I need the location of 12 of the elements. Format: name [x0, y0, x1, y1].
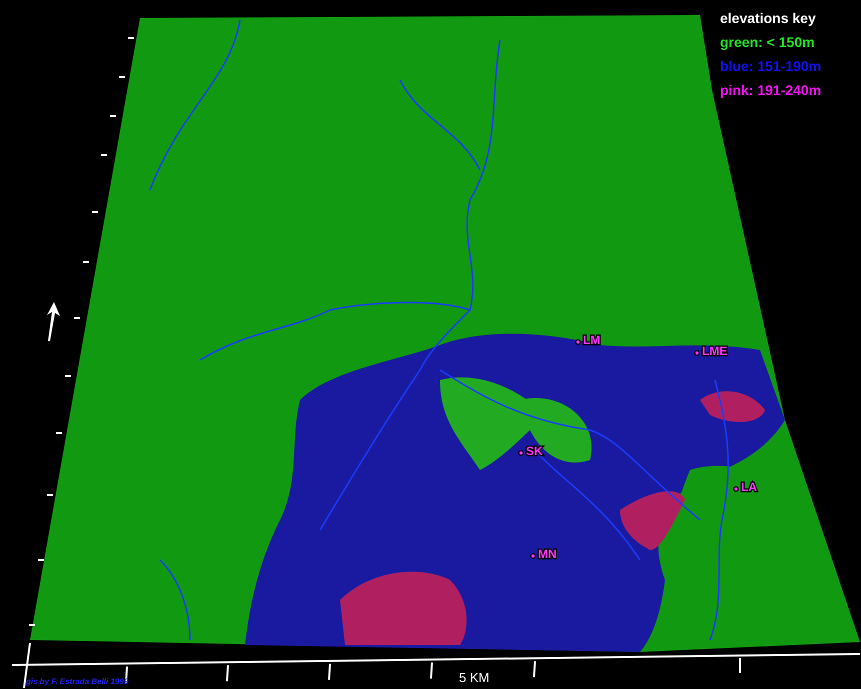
site-label: MN [530, 547, 557, 561]
site-label: LME [694, 344, 728, 358]
site-label: LM [575, 333, 600, 347]
credit-text: gis by F. Estrada Belli 1999 [26, 677, 128, 686]
site-label: SK [518, 444, 543, 458]
legend-entry: green: < 150m [720, 34, 815, 50]
scale-label: 5 KM [459, 670, 490, 685]
legend-entry: blue: 151-190m [720, 58, 822, 74]
legend-title: elevations key [720, 10, 816, 26]
north-arrow-icon [47, 302, 60, 341]
site-label: LA [733, 480, 757, 494]
legend-entry: pink: 191-240m [720, 82, 822, 98]
